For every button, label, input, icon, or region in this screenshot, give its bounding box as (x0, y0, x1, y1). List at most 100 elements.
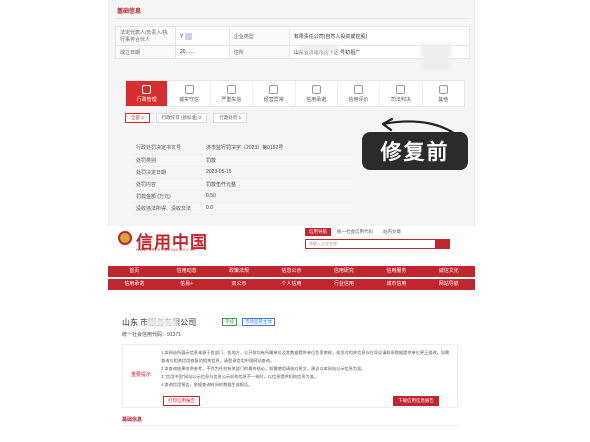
section-divider (122, 425, 458, 426)
table-row: 罚款金额 (万元) 0.50 (133, 190, 353, 203)
legal-rep-label: 法定代表人/负责人/执行事务合伙人 (115, 26, 176, 46)
search-tab[interactable]: 信用导航 (305, 228, 331, 236)
before-fix-label: 修复前 (362, 132, 468, 170)
table-row: 没收违法所得、没收非法 0.0 (133, 202, 353, 215)
nav-item[interactable]: 城市信用 (370, 279, 422, 290)
nav-item[interactable]: 信易+ (160, 279, 212, 290)
est-date-label: 成立日期 (115, 45, 176, 59)
filter-all[interactable]: 全部 4 (125, 113, 150, 123)
filter-count: 1 (238, 115, 242, 120)
company-type-label: 企业类型 (228, 26, 290, 46)
penalty-detail-table: 行政处罚决定书文号 济市监行罚决字〔2023〕第0162号 处罚类别 罚款 处罚决定… (133, 142, 353, 215)
tab-label: 诚实守信 (179, 96, 200, 103)
document-area: 基础信息 法定代表人/负责人/执行事务合伙人 Y 企业类型 有限责任公司(自然人… (108, 0, 475, 442)
detail-key: 处罚内容 (133, 178, 203, 191)
nav-item[interactable]: 个人信用 (265, 279, 317, 290)
important-notice: 重要提示 1.本网站所展示信息来源于各部门、各地方，公开前均有所属单位及其数据提… (122, 344, 458, 408)
tab-label: 经营异常 (263, 96, 284, 103)
gavel-icon (142, 84, 152, 94)
video-frame: 基础信息 法定代表人/负责人/执行事务合伙人 Y 企业类型 有限责任公司(自然人… (0, 0, 590, 442)
entity-type-badge: 市场监管主体 (242, 318, 275, 326)
tab-label: 严重失信 (221, 96, 242, 103)
nav-item[interactable]: 首页 (108, 266, 160, 277)
filter-label: 全部 (131, 115, 140, 120)
before-screenshot: 基础信息 法定代表人/负责人/执行事务合伙人 Y 企业类型 有限责任公司(自然人… (108, 0, 475, 226)
download-report-button[interactable]: 下载信用信息报告 (393, 396, 439, 406)
tab-evaluation[interactable]: 信用评价 (338, 81, 381, 106)
site-url: WWW.CREDITCHINA.GOV.CN (136, 248, 197, 252)
legal-rep-text: Y (180, 33, 184, 40)
filter-label: 行政许可 (新标准) (161, 115, 198, 120)
notice-body: 1.本网站所展示信息来源于各部门、各地方，公开前均有所属单位及其数据提供单位负责… (161, 349, 453, 389)
tab-other[interactable]: 其他 (423, 81, 464, 106)
detail-value: 2023-05-15 (203, 166, 353, 179)
company-type-value: 有限责任公司(自然人投资或控股) (288, 26, 471, 46)
search-icon[interactable] (436, 239, 450, 249)
tab-label: 信用承诺 (306, 96, 327, 103)
filter-license[interactable]: 行政许可 (新标准) 2 (155, 113, 208, 123)
section-title: 基础信息 (117, 9, 142, 15)
site-header: 信用中国 WWW.CREDITCHINA.GOV.CN 信用导航 统一社会信用代… (108, 226, 475, 266)
award-icon (184, 84, 194, 94)
search-input[interactable]: 请输入企业名称 (305, 239, 436, 249)
main-nav: 首页 信用动态 政策法规 信息公示 信用研究 信用服务 诚信文化 (108, 266, 475, 277)
tab-serious[interactable]: 严重失信 (211, 81, 254, 106)
warning-icon (269, 84, 279, 94)
detail-key: 没收违法所得、没收非法 (133, 202, 203, 215)
nav-item[interactable]: 信用服务 (370, 266, 422, 277)
nav-item[interactable]: 诚信文化 (423, 266, 475, 277)
grid-icon (438, 84, 448, 94)
notice-line: 1.本网站所展示信息来源于各部门、各地方，公开前均有所属单位及其数据提供单位负责… (161, 350, 450, 363)
nav-item[interactable]: 信用研究 (318, 266, 370, 277)
address-label: 住所 (228, 45, 290, 59)
basic-info-table: 法定代表人/负责人/执行事务合伙人 Y 企业类型 有限责任公司(自然人投资或控股… (115, 26, 471, 59)
nav-item[interactable]: 信息公示 (265, 266, 317, 277)
chart-icon (354, 84, 364, 94)
nav-item[interactable]: 网站导航 (423, 279, 475, 290)
nav-item[interactable]: 政策法规 (213, 266, 265, 277)
right-backdrop (482, 0, 590, 442)
redaction-smear (146, 318, 178, 327)
search-tab[interactable]: 统一社会信用代码 (333, 228, 377, 236)
nav-item[interactable]: 信用承诺 (108, 279, 160, 290)
search-tab[interactable]: 站内文章 (379, 228, 405, 236)
nav-item[interactable]: 行业信用 (318, 279, 370, 290)
status-badge: 存续 (222, 318, 237, 326)
tab-judicial[interactable]: 司法判决 (380, 81, 423, 106)
credit-china-screenshot: 信用中国 WWW.CREDITCHINA.GOV.CN 信用导航 统一社会信用代… (108, 226, 475, 442)
basic-info-title: 基础信息 (122, 417, 143, 423)
detail-value: 罚款伍仟元整 (203, 178, 353, 191)
scale-icon (396, 84, 406, 94)
notice-line: 2.本查询结果仅供参考，不作为任何有关部门的最终结论。如需使用请核对原文，建议以… (161, 366, 366, 371)
national-emblem-icon (118, 231, 132, 245)
nav-item[interactable]: 双公示 (213, 279, 265, 290)
detail-value: 济市监行罚决字〔2023〕第0162号 (203, 142, 353, 155)
detail-key: 处罚决定日期 (133, 166, 203, 179)
credit-tabs: 行政管理 诚实守信 严重失信 经营异常 信用承诺 信用评价 司法判决 其他 (125, 80, 465, 107)
document-icon (311, 84, 321, 94)
tab-abnormal[interactable]: 经营异常 (253, 81, 296, 106)
tab-label: 信用评价 (348, 96, 369, 103)
print-report-button[interactable]: 打印信用报告 (163, 396, 200, 406)
nav-item[interactable]: 信用动态 (160, 266, 212, 277)
detail-key: 行政处罚决定书文号 (133, 142, 203, 155)
table-row: 处罚决定日期 2023-05-15 (133, 166, 353, 179)
section-divider (115, 18, 468, 19)
search-type-tabs: 信用导航 统一社会信用代码 站内文章 (305, 228, 405, 236)
tab-admin-mgmt[interactable]: 行政管理 (126, 81, 169, 106)
detail-value: 0.0 (203, 202, 353, 215)
detail-value: 罚款 (203, 154, 353, 167)
tab-commitment[interactable]: 信用承诺 (296, 81, 338, 106)
filter-penalty[interactable]: 行政处罚 1 (213, 113, 248, 123)
tab-honest[interactable]: 诚实守信 (168, 81, 211, 106)
redaction-smear (299, 44, 339, 52)
redacted-block (184, 32, 192, 40)
notice-line: 3.“信用中国”网站公示信息与信息公示机构信息不一致时，以信息提供机构信息为准。 (161, 374, 319, 379)
tab-label: 其他 (438, 96, 449, 103)
table-row: 处罚类别 罚款 (133, 154, 353, 167)
notice-label: 重要提示 (131, 372, 152, 378)
legal-rep-value: Y (175, 26, 230, 46)
detail-key: 处罚类别 (133, 154, 203, 167)
alert-icon (226, 84, 236, 94)
redaction-smear (421, 44, 451, 70)
